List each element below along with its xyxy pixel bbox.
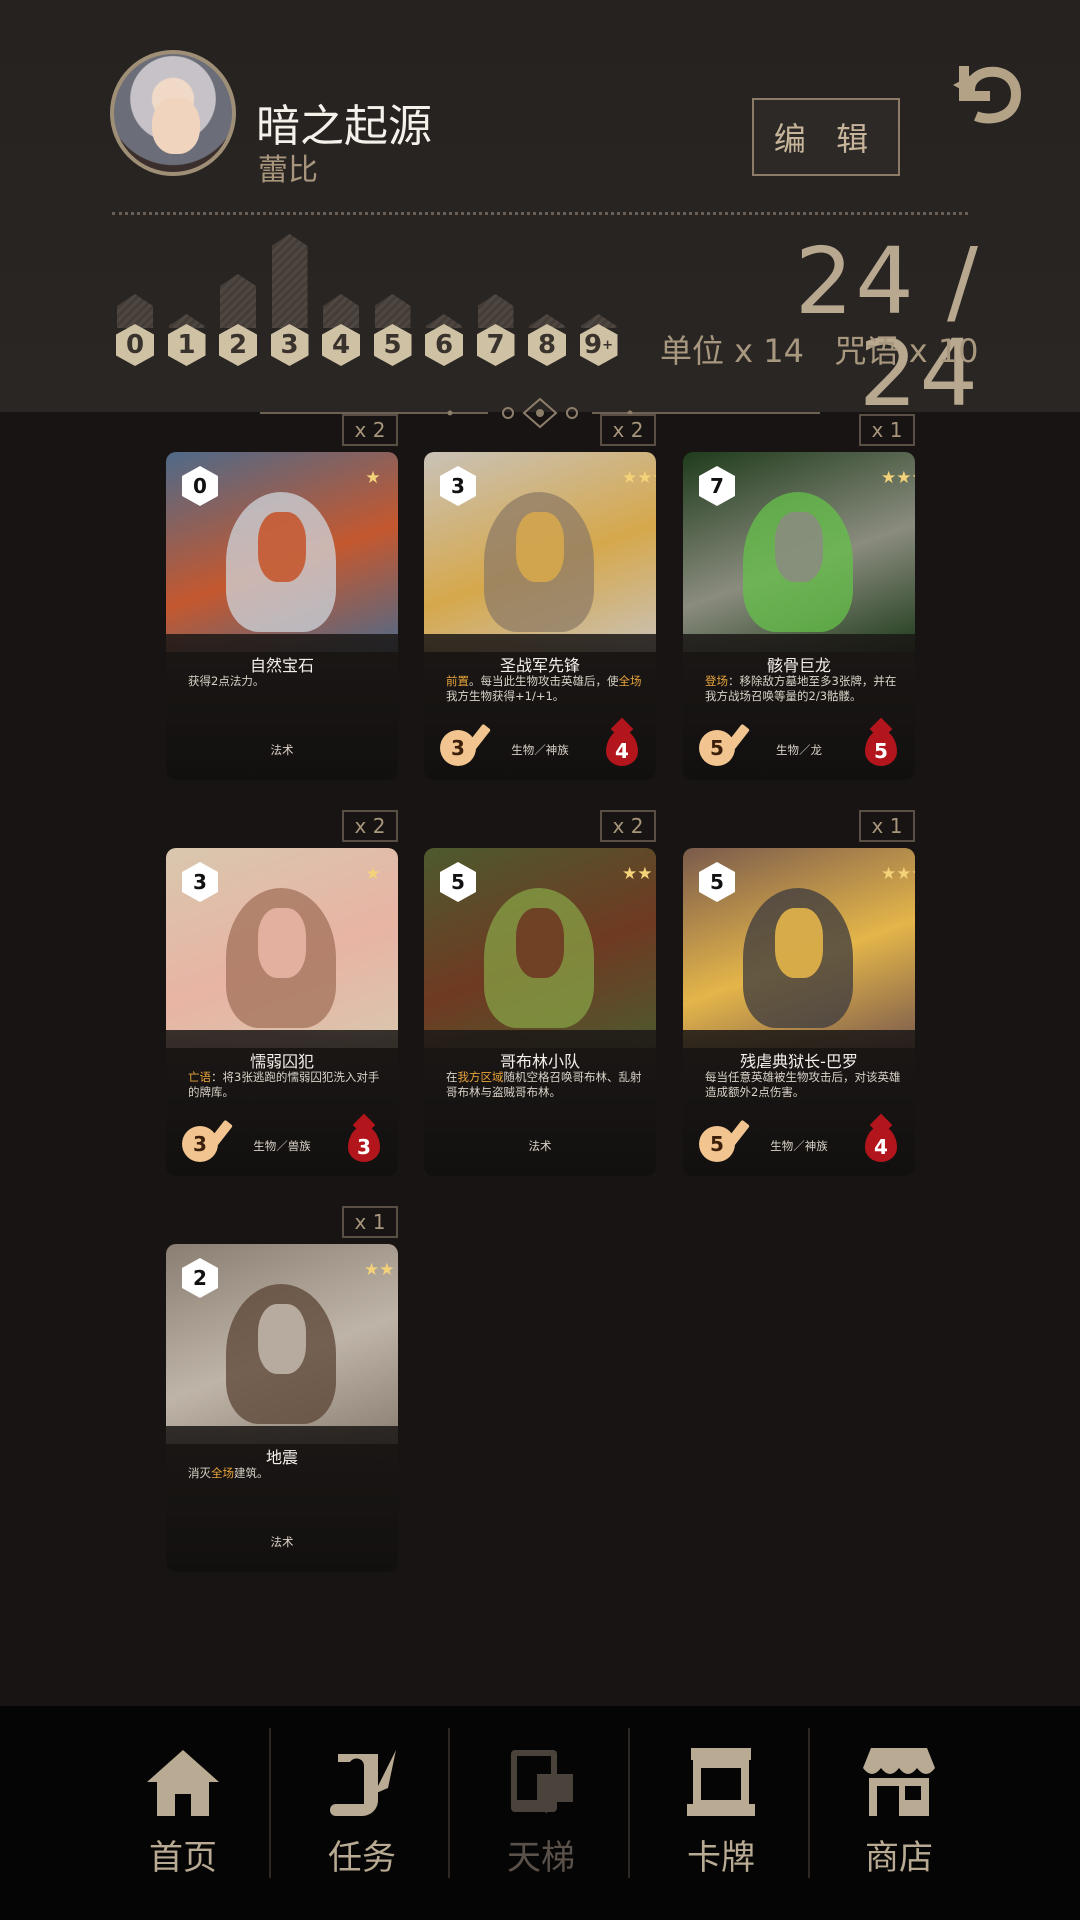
hero-avatar[interactable] bbox=[110, 50, 236, 176]
card-copies-badge: x 1 bbox=[859, 414, 915, 446]
card-rarity-stars: ★★ bbox=[364, 1260, 395, 1280]
deck-composition: 单位 x 14 咒语 x 10 bbox=[660, 326, 979, 372]
card-health: 4 bbox=[606, 730, 638, 766]
deck-card[interactable]: 3★★★★圣战军先锋前置。每当此生物攻击英雄后，使全场我方生物获得+1/+1。生… bbox=[424, 452, 656, 780]
nav-shop[interactable]: 商店 bbox=[809, 1706, 989, 1920]
cost-bar-3 bbox=[271, 234, 308, 328]
cost-label-4[interactable]: 4 bbox=[322, 324, 360, 366]
card-health: 3 bbox=[348, 1126, 380, 1162]
nav-quests-label: 任务 bbox=[328, 1838, 396, 1878]
home-icon bbox=[147, 1750, 219, 1816]
card-name: 哥布林小队 bbox=[499, 1052, 580, 1071]
cost-label-1[interactable]: 1 bbox=[167, 324, 206, 366]
cost-label-5[interactable]: 5 bbox=[373, 324, 412, 366]
back-arrow-icon[interactable] bbox=[950, 56, 1022, 132]
nav-shop-label: 商店 bbox=[865, 1838, 933, 1878]
cost-label-9[interactable]: 9 + bbox=[579, 324, 618, 366]
card-rarity-stars: ★★ bbox=[622, 864, 653, 884]
units-count: 单位 x 14 bbox=[660, 332, 805, 370]
hero-name: 蕾比 bbox=[258, 153, 318, 188]
card-description: 登场：移除敌方墓地至多3张牌，并在我方战场召唤等量的2/3骷髅。 bbox=[705, 674, 897, 703]
card-copies-badge: x 2 bbox=[342, 414, 398, 446]
card-name: 自然宝石 bbox=[249, 656, 314, 675]
card-attack: 5 bbox=[699, 730, 735, 766]
nav-cards-label: 卡牌 bbox=[687, 1838, 755, 1878]
card-name: 骸骨巨龙 bbox=[766, 656, 831, 675]
cost-label-3[interactable]: 3 bbox=[270, 324, 309, 366]
cards-icon bbox=[687, 1748, 755, 1816]
nav-home-label: 首页 bbox=[149, 1838, 217, 1878]
card-type: 法术 bbox=[270, 743, 294, 757]
divider-dotted bbox=[112, 212, 968, 215]
cost-bar-5 bbox=[374, 294, 411, 328]
cost-bar-4 bbox=[323, 294, 359, 328]
deck-card[interactable]: 5 ★★★★★ 残虐典狱长-巴罗每当任意英雄被生物攻击后，对该英雄造成额外2点伤害。… bbox=[683, 848, 915, 1176]
card-description: 获得2点法力。 bbox=[188, 674, 265, 688]
card-rarity-stars: ★★★ bbox=[881, 468, 915, 488]
nav-ladder-label: 天梯 bbox=[507, 1838, 575, 1878]
card-copies-badge: x 1 bbox=[342, 1206, 398, 1238]
card-rarity-stars: ★★★★ bbox=[622, 468, 656, 488]
card-name: 圣战军先锋 bbox=[499, 656, 580, 675]
cost-bar-7 bbox=[477, 294, 514, 328]
card-name: 地震 bbox=[265, 1448, 298, 1467]
cost-bar-0 bbox=[117, 294, 153, 328]
card-health: 5 bbox=[865, 730, 897, 766]
nav-home[interactable]: 首页 bbox=[93, 1706, 273, 1920]
cost-bar-2 bbox=[220, 274, 256, 328]
edit-button[interactable]: 编 辑 bbox=[752, 98, 900, 176]
card-rarity-stars: ★★★★★ bbox=[881, 864, 915, 884]
card-attack: 5 bbox=[699, 1126, 735, 1162]
card-type: 法术 bbox=[528, 1139, 552, 1153]
card-description: 消灭全场建筑。 bbox=[188, 1466, 269, 1480]
cost-label-2[interactable]: 2 bbox=[219, 324, 257, 366]
card-description: 每当任意英雄被生物攻击后，对该英雄造成额外2点伤害。 bbox=[705, 1070, 901, 1099]
card-health: 4 bbox=[865, 1126, 897, 1162]
quest-scroll-icon bbox=[330, 1750, 396, 1816]
spells-count: 咒语 x 10 bbox=[834, 332, 979, 370]
nav-ladder[interactable]: 天梯 bbox=[451, 1706, 631, 1920]
cost-label-8[interactable]: 8 bbox=[528, 324, 566, 366]
deck-card[interactable]: 0 ★ 自然宝石 获得2点法力。 法术 bbox=[166, 452, 398, 780]
deck-card[interactable]: 2 ★★ 地震 消灭全场建筑。 法术 bbox=[166, 1244, 398, 1572]
cost-label-6[interactable]: 6 bbox=[425, 324, 463, 366]
card-rarity-stars: ★ bbox=[365, 468, 381, 488]
deck-card[interactable]: 5 ★★ 哥布林小队 在我方区域随机空格召唤哥布林、乱射哥布林与盗贼哥布林。 法术 bbox=[424, 848, 656, 1176]
card-name: 残虐典狱长-巴罗 bbox=[740, 1052, 858, 1071]
card-copies-badge: x 2 bbox=[600, 414, 656, 446]
ladder-icon bbox=[511, 1750, 573, 1814]
card-copies-badge: x 2 bbox=[342, 810, 398, 842]
shop-icon bbox=[863, 1748, 935, 1816]
card-copies-badge: x 1 bbox=[859, 810, 915, 842]
cost-label-7[interactable]: 7 bbox=[476, 324, 515, 366]
nav-cards[interactable]: 卡牌 bbox=[631, 1706, 811, 1920]
card-attack: 3 bbox=[440, 730, 476, 766]
card-description: 前置。每当此生物攻击英雄后，使全场我方生物获得+1/+1。 bbox=[446, 674, 642, 703]
deck-card[interactable]: 7★★★骸骨巨龙登场：移除敌方墓地至多3张牌，并在我方战场召唤等量的2/3骷髅。… bbox=[683, 452, 915, 780]
card-copies-badge: x 2 bbox=[600, 810, 656, 842]
card-rarity-stars: ★ bbox=[365, 864, 381, 884]
card-description: 在我方区域随机空格召唤哥布林、乱射哥布林与盗贼哥布林。 bbox=[446, 1070, 642, 1099]
card-name: 懦弱囚犯 bbox=[249, 1052, 314, 1071]
card-attack: 3 bbox=[182, 1126, 218, 1162]
bottom-nav: 首页 任务 天梯 卡牌 商店 bbox=[0, 1706, 1080, 1920]
cost-label-0[interactable]: 0 bbox=[116, 324, 154, 366]
card-description: 亡语：将3张逃跑的懦弱囚犯洗入对手的牌库。 bbox=[188, 1070, 380, 1099]
card-type: 法术 bbox=[270, 1535, 294, 1549]
mana-cost-curve: 0 1 2 3 4 5 6 7 8 9 + bbox=[112, 234, 632, 366]
deck-card[interactable]: 3 ★ 懦弱囚犯 亡语：将3张逃跑的懦弱囚犯洗入对手的牌库。 生物／兽族 3 3 bbox=[166, 848, 398, 1176]
nav-quests[interactable]: 任务 bbox=[272, 1706, 452, 1920]
deck-header: 暗之起源 蕾比 编 辑 0 1 2 3 4 5 6 7 8 9 + 24 / 24 单位 x 14 … bbox=[0, 0, 1080, 420]
